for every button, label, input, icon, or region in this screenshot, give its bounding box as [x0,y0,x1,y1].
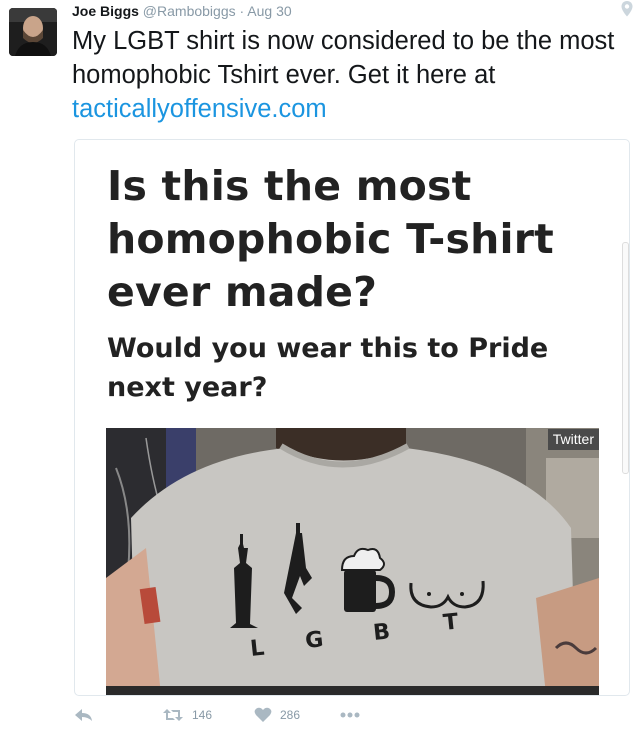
tweet-link[interactable]: tacticallyoffensive.com [72,95,327,123]
retweet-icon [163,709,183,721]
card-headline: Is this the most homophobic T-shirt ever… [107,162,554,316]
shirt-letter-t: T [442,610,460,636]
tweet-date[interactable]: Aug 30 [247,3,291,19]
retweet-count: 146 [192,708,213,722]
tweet-body: My LGBT shirt is now considered to be th… [72,27,615,89]
shirt-letter-b: B [372,619,391,646]
image-source-badge: Twitter [547,429,599,450]
reply-button[interactable] [74,707,94,723]
card-image[interactable]: L G B T Twitter [106,428,599,695]
retweet-button[interactable]: 146 [162,707,212,723]
shirt-photo: L G B T [106,428,599,695]
card-subheadline: Would you wear this to Pride next year? [107,333,549,403]
scrollbar[interactable] [622,242,629,474]
reply-icon [75,709,92,721]
link-card[interactable]: Is this the most homophobic T-shirt ever… [74,139,630,696]
heart-icon [254,707,272,722]
map-pin-icon[interactable] [620,0,634,18]
author-handle[interactable]: @Rambobiggs [143,3,236,19]
avatar[interactable] [9,8,57,56]
author-name[interactable]: Joe Biggs [72,3,139,19]
like-button[interactable]: 286 [254,707,300,723]
separator: · [239,3,245,19]
tweet-header: Joe Biggs @Rambobiggs · Aug 30 [72,3,292,19]
shirt-letter-l: L [249,636,266,662]
like-count: 286 [280,708,301,722]
more-button[interactable] [339,709,361,721]
tweet-text: My LGBT shirt is now considered to be th… [72,24,632,126]
more-icon [340,712,360,718]
avatar-image [9,8,57,56]
shirt-letter-g: G [304,627,325,654]
